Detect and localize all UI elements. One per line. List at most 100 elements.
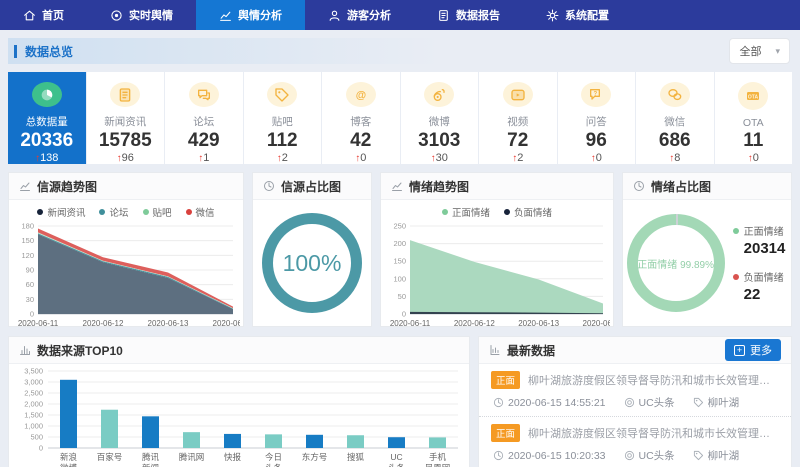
- up-arrow-icon: ↑: [431, 153, 436, 164]
- legend-label: 负面情绪: [744, 269, 784, 284]
- svg-text:30: 30: [26, 295, 34, 304]
- bottom-row: 数据来源TOP10 05001,0001,5002,0002,5003,0003…: [8, 336, 792, 467]
- nav-item-user[interactable]: 游客分析: [305, 0, 414, 30]
- svg-text:100: 100: [393, 274, 406, 283]
- filter-dropdown[interactable]: 全部 ▾: [729, 38, 790, 64]
- news-item[interactable]: 正面柳叶湖旅游度假区领导督导防汛和城市长效管理工作2020-06-15 10:2…: [479, 417, 791, 467]
- stat-delta: ↑30: [431, 152, 448, 164]
- legend-dot: [37, 209, 43, 215]
- legend-dot: [733, 228, 739, 234]
- stat-label: 微信: [664, 114, 685, 129]
- panel-title: 信源占比图: [281, 178, 341, 195]
- nav-item-line-chart[interactable]: 舆情分析: [196, 0, 305, 30]
- nav-item-gear[interactable]: 系统配置: [523, 0, 632, 30]
- news-list: 正面柳叶湖旅游度假区领导督导防汛和城市长效管理工作2020-06-15 14:5…: [479, 364, 791, 467]
- svg-text:腾讯: 腾讯: [142, 452, 160, 462]
- nav-label: 舆情分析: [238, 7, 282, 23]
- legend-label: 新闻资讯: [47, 205, 85, 219]
- stat-delta: ↑138: [35, 152, 58, 164]
- legend-dot: [186, 209, 192, 215]
- svg-text:1,500: 1,500: [24, 411, 43, 420]
- stat-label: 新闻资讯: [104, 114, 146, 129]
- stat-card-qa[interactable]: ?问答96↑0: [558, 72, 636, 164]
- line-chart-icon: [19, 180, 31, 192]
- top10-bar-chart: 05001,0001,5002,0002,5003,0003,500新浪微博百家…: [12, 365, 466, 467]
- forum-icon: [189, 82, 219, 107]
- news-item[interactable]: 正面柳叶湖旅游度假区领导督导防汛和城市长效管理工作2020-06-15 14:5…: [479, 364, 791, 417]
- nav-item-report[interactable]: 数据报告: [414, 0, 523, 30]
- news-tag-label: 柳叶湖: [708, 395, 740, 410]
- svg-text:2,500: 2,500: [24, 389, 43, 398]
- news-title: 柳叶湖旅游度假区领导督导防汛和城市长效管理工作: [528, 425, 779, 441]
- svg-text:2020-06-14: 2020-06-14: [213, 319, 240, 326]
- list-icon: [489, 344, 501, 356]
- stat-card-news[interactable]: 新闻资讯15785↑96: [87, 72, 165, 164]
- eye-icon: [110, 9, 123, 22]
- svg-text:凤凰网: 凤凰网: [425, 463, 451, 467]
- panel-header: 数据来源TOP10: [9, 337, 469, 364]
- panel-title: 情绪占比图: [651, 178, 711, 195]
- legend-label: 论坛: [109, 205, 128, 219]
- stat-value: 15785: [99, 130, 152, 152]
- sentiment-badge: 正面: [491, 371, 520, 389]
- stat-card-weibo[interactable]: 微博3103↑30: [401, 72, 479, 164]
- chevron-down-icon: ▾: [775, 46, 780, 57]
- up-arrow-icon: ↑: [355, 153, 360, 164]
- sentiment-ratio-donut: 正面情绪 99.89%: [627, 214, 725, 312]
- tag-icon: [693, 397, 704, 408]
- panel-header: 信源占比图: [253, 173, 371, 200]
- clock-icon: [263, 180, 275, 192]
- gear-icon: [546, 9, 559, 22]
- svg-text:新浪: 新浪: [60, 452, 78, 462]
- svg-text:新闻: 新闻: [142, 463, 159, 467]
- stat-card-forum[interactable]: 论坛429↑1: [165, 72, 243, 164]
- svg-text:500: 500: [30, 433, 43, 442]
- stat-label: 微博: [429, 114, 450, 129]
- panel-sentiment-ratio: 情绪占比图 正面情绪 99.89% 正面情绪20314负面情绪22: [622, 172, 792, 327]
- section-accent: [14, 45, 17, 58]
- stat-card-ota[interactable]: OTAOTA11↑0: [715, 72, 793, 164]
- svg-text:2020-06-12: 2020-06-12: [454, 319, 495, 326]
- clock-icon: [493, 450, 504, 461]
- news-source: UC头条: [624, 448, 675, 463]
- stat-card-at[interactable]: @博客42↑0: [322, 72, 400, 164]
- stat-value: 429: [188, 130, 220, 152]
- more-button[interactable]: + 更多: [725, 339, 781, 361]
- news-time: 2020-06-15 14:55:21: [493, 397, 606, 409]
- svg-text:90: 90: [26, 266, 34, 275]
- legend-item: 论坛: [99, 205, 128, 219]
- legend-item: 贴吧: [143, 205, 172, 219]
- stat-value: 11: [743, 130, 763, 152]
- sentiment-trend-chart: 0501001502002502020-06-112020-06-122020-…: [384, 220, 610, 326]
- news-tag-label: 柳叶湖: [708, 448, 740, 463]
- pie-icon: [32, 82, 62, 107]
- sentiment-ratio-legend: 正面情绪20314负面情绪22: [733, 223, 786, 303]
- svg-text:头条: 头条: [388, 463, 406, 467]
- top-navbar: 首页实时舆情 舆情分析 游客分析数据报告 系统配置: [0, 0, 800, 30]
- sentiment-badge: 正面: [491, 424, 520, 442]
- stat-card-play[interactable]: 视频72↑2: [479, 72, 557, 164]
- svg-text:120: 120: [21, 251, 34, 260]
- svg-text:东方号: 东方号: [302, 452, 328, 462]
- stat-value: 96: [586, 130, 607, 152]
- line-chart-icon: [219, 9, 232, 22]
- news-icon: [110, 82, 140, 107]
- svg-text:UC: UC: [390, 452, 402, 462]
- weibo-icon: [424, 82, 454, 107]
- nav-item-home[interactable]: 首页: [0, 0, 87, 30]
- sentiment-ratio-value: 正面情绪 99.89%: [637, 256, 714, 271]
- legend-dot: [504, 209, 510, 215]
- news-tag: 柳叶湖: [693, 448, 740, 463]
- nav-item-eye[interactable]: 实时舆情: [87, 0, 196, 30]
- legend-label: 贴吧: [153, 205, 172, 219]
- nav-label: 系统配置: [565, 7, 609, 23]
- stat-card-tag[interactable]: 贴吧112↑2: [244, 72, 322, 164]
- svg-text:1,000: 1,000: [24, 422, 43, 431]
- svg-text:2020-06-12: 2020-06-12: [83, 319, 124, 326]
- globe-icon: [624, 450, 635, 461]
- stat-card-wechat[interactable]: 微信686↑8: [636, 72, 714, 164]
- stat-card-pie[interactable]: 总数据量20336↑138: [8, 72, 86, 164]
- stat-label: OTA: [743, 117, 764, 129]
- news-meta: 2020-06-15 14:55:21UC头条柳叶湖: [491, 395, 779, 410]
- svg-text:180: 180: [21, 222, 34, 231]
